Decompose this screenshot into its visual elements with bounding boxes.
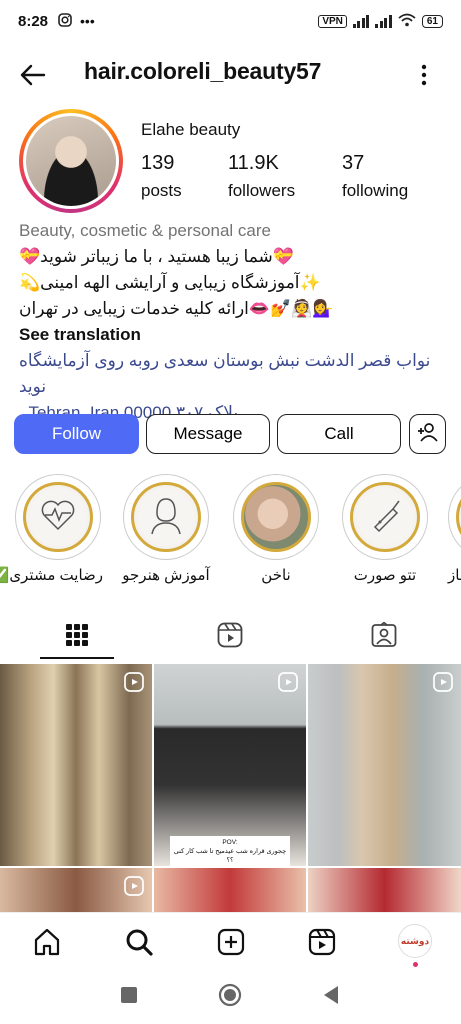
post-thumbnail[interactable] [308, 664, 461, 866]
reels-nav-icon[interactable] [307, 927, 337, 957]
status-bar: 8:28 ••• VPN 61 [0, 0, 461, 42]
avatar-photo [26, 116, 116, 206]
active-tab-indicator [40, 657, 114, 659]
profile-avatar[interactable] [19, 109, 123, 213]
suggest-people-button[interactable] [409, 414, 446, 454]
follow-button[interactable]: Follow [14, 414, 139, 454]
reel-indicator-icon [124, 876, 144, 896]
highlight-label: رضایت مشتری✅ [0, 567, 103, 584]
story-highlight[interactable]: رضایت مشتری✅ [0, 474, 103, 584]
post-thumbnail[interactable] [154, 868, 306, 912]
system-navigation [0, 972, 461, 1024]
stat-posts-label: posts [141, 181, 182, 200]
reels-icon[interactable] [212, 620, 248, 650]
add-person-icon [417, 422, 439, 447]
reel-indicator-icon [124, 672, 144, 692]
reel-indicator-icon [433, 672, 453, 692]
display-name: Elahe beauty [141, 120, 241, 139]
stat-following-value: 37 [342, 152, 365, 174]
content-tabs [0, 612, 461, 662]
battery-indicator: 61 [421, 14, 443, 28]
bottom-navigation: دوشته [0, 912, 461, 972]
story-highlight[interactable]: ناخن [231, 474, 321, 584]
vpn-badge: VPN [318, 14, 347, 28]
stat-followers-value: 11.9K [228, 152, 279, 174]
message-button[interactable]: Message [146, 414, 270, 454]
status-time: 8:28 [18, 12, 49, 30]
story-highlight[interactable]: تتو صورت [340, 474, 430, 584]
signal-icon-2 [375, 14, 392, 28]
stat-posts-value: 139 [141, 152, 175, 174]
create-post-icon[interactable] [216, 927, 246, 957]
profile-nav-avatar[interactable]: دوشته [398, 924, 432, 958]
home-icon[interactable] [32, 927, 62, 957]
more-options-icon[interactable] [412, 60, 436, 90]
bio-line: 💁‍♀️👰💅👄ارائه کلیه خدمات زیبایی در تهران [19, 299, 334, 318]
profile-bio: Beauty, cosmetic & personal care 💝شما زی… [19, 218, 444, 426]
highlight-label: ناخن [261, 567, 291, 584]
highlight-label: تتو صورت [353, 567, 417, 584]
stat-following-label: following [342, 181, 409, 200]
search-icon[interactable] [124, 927, 154, 957]
story-highlight[interactable]: آموزش هنرجو [121, 474, 211, 584]
wifi-icon [398, 13, 416, 30]
instagram-notification-icon [58, 12, 72, 30]
signal-icon [352, 14, 370, 28]
recent-apps-icon[interactable] [120, 986, 138, 1009]
posts-grid: POV: چجوری قراره شب عیدمیح تا شب کار کنی… [0, 664, 461, 912]
stat-following[interactable]: 37 following [342, 152, 408, 201]
stat-followers[interactable]: 11.9K followers [228, 152, 295, 201]
profile-username: hair.coloreli_beauty57 [84, 58, 322, 84]
student-icon [148, 495, 184, 540]
bio-line: 💝شما زیبا هستید ، با ما زیباتر شوید💝 [19, 247, 294, 266]
post-caption: POV: چجوری قراره شب عیدمیح تا شب کار کنی… [170, 836, 290, 866]
story-highlight[interactable]: ناز [448, 474, 461, 584]
tattoo-pen-icon [367, 497, 403, 538]
post-thumbnail[interactable] [308, 868, 461, 912]
reel-indicator-icon [278, 672, 298, 692]
notification-dot [413, 962, 418, 967]
heart-pulse-icon [39, 498, 77, 537]
stat-posts[interactable]: 139 posts [141, 152, 182, 201]
stat-followers-label: followers [228, 181, 296, 200]
profile-category: Beauty, cosmetic & personal care [19, 221, 271, 240]
tagged-icon[interactable] [366, 620, 402, 650]
post-thumbnail[interactable] [0, 664, 152, 866]
back-arrow-icon[interactable] [18, 60, 48, 90]
address-line-1[interactable]: نواب قصر الدشت نبش بوستان سعدی روبه روی … [19, 348, 444, 400]
grid-icon[interactable] [59, 620, 95, 650]
call-button[interactable]: Call [277, 414, 401, 454]
post-thumbnail[interactable]: POV: چجوری قراره شب عیدمیح تا شب کار کنی… [154, 664, 306, 866]
bio-line: ✨آموزشگاه زیبایی و آرایشی الهه امینی💫 [19, 273, 321, 292]
more-notifications-icon: ••• [80, 13, 95, 29]
profile-header: hair.coloreli_beauty57 [0, 52, 461, 96]
see-translation-link[interactable]: See translation [19, 322, 444, 348]
home-button-icon[interactable] [218, 983, 242, 1012]
highlight-label: آموزش هنرجو [122, 567, 210, 584]
highlight-label: ناز [448, 567, 461, 584]
back-button-icon[interactable] [322, 985, 340, 1010]
post-thumbnail[interactable] [0, 868, 152, 912]
